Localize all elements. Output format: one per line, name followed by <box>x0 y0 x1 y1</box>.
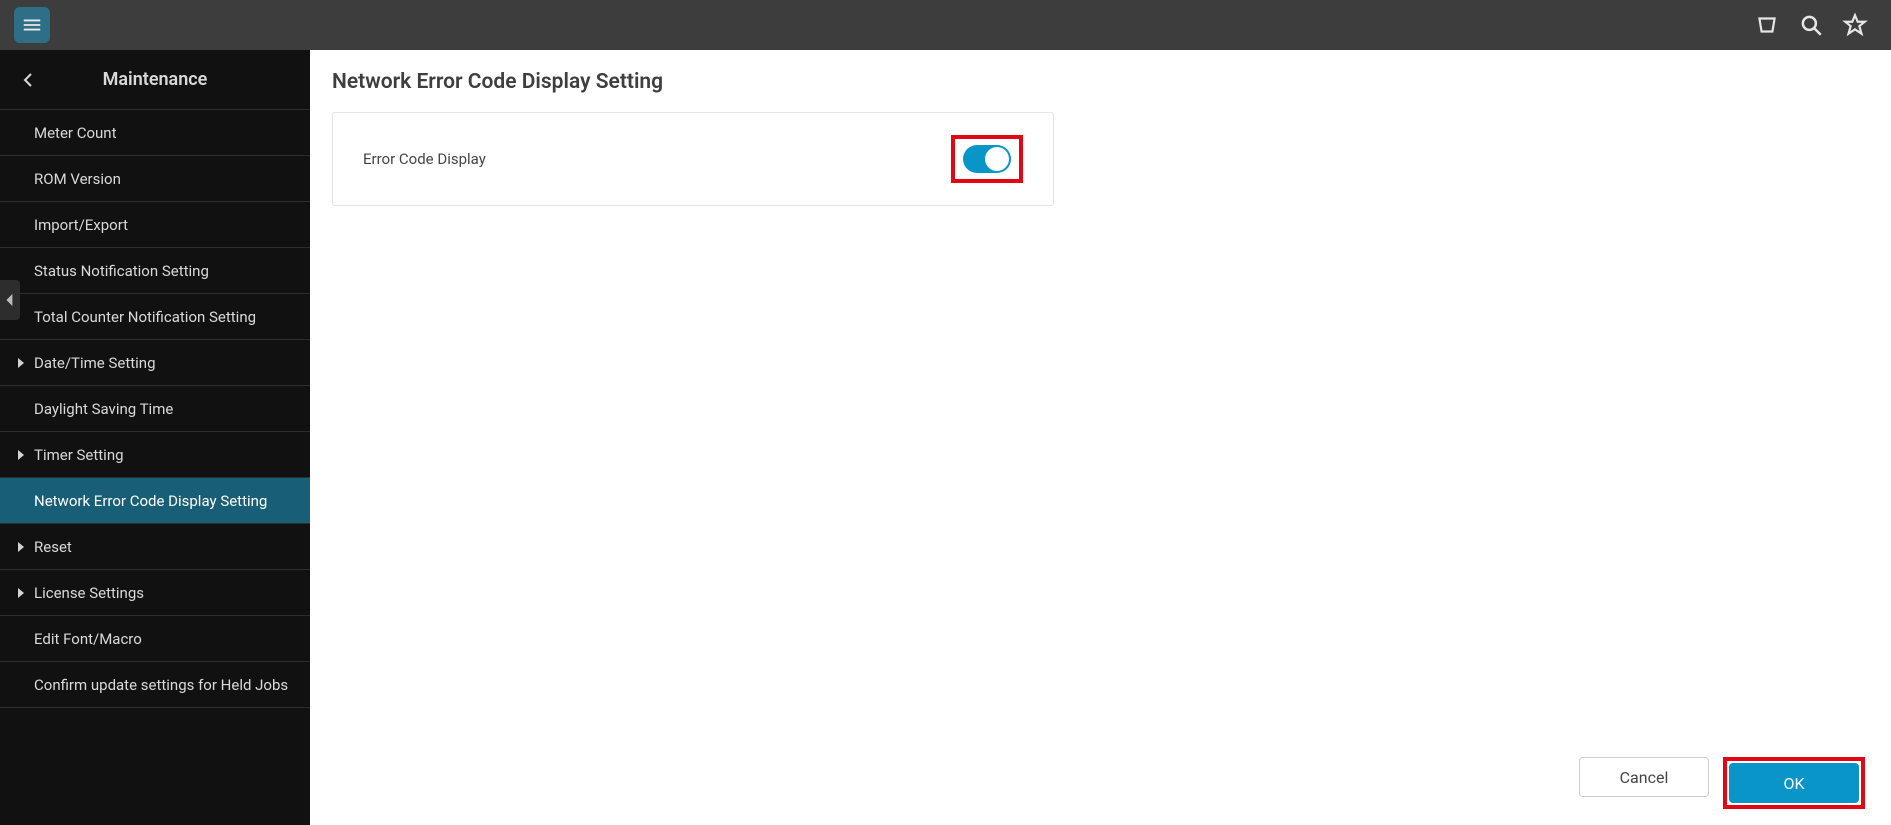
sidebar-header: Maintenance <box>0 50 310 110</box>
top-bar <box>0 0 1891 50</box>
sidebar-item[interactable]: Total Counter Notification Setting <box>0 294 310 340</box>
chevron-left-icon <box>4 294 16 306</box>
page-title: Network Error Code Display Setting <box>332 70 1869 94</box>
toggle-highlight-box <box>951 135 1023 183</box>
sidebar-item[interactable]: Timer Setting <box>0 432 310 478</box>
sidebar-item[interactable]: ROM Version <box>0 156 310 202</box>
sidebar-back-button[interactable] <box>12 64 44 96</box>
sidebar-collapse-tab[interactable] <box>0 280 20 320</box>
chevron-right-icon <box>16 588 26 598</box>
sidebar-item-label: Total Counter Notification Setting <box>34 308 256 326</box>
sidebar: Maintenance Meter Count ROM Version Import… <box>0 50 310 825</box>
chevron-right-icon <box>16 542 26 552</box>
sidebar-item[interactable]: Daylight Saving Time <box>0 386 310 432</box>
sidebar-item-label: Reset <box>34 538 72 556</box>
search-button[interactable] <box>1789 3 1833 47</box>
sidebar-item-label: Import/Export <box>34 216 128 234</box>
sidebar-item[interactable]: Confirm update settings for Held Jobs <box>0 662 310 708</box>
sidebar-item[interactable]: Import/Export <box>0 202 310 248</box>
sidebar-item-label: Daylight Saving Time <box>34 400 173 418</box>
chevron-right-icon <box>16 450 26 460</box>
sidebar-list[interactable]: Meter Count ROM Version Import/Export Statu… <box>0 110 310 825</box>
sidebar-item-label: License Settings <box>34 584 144 602</box>
sidebar-title: Maintenance <box>44 69 298 90</box>
star-icon <box>1842 12 1868 38</box>
ok-highlight-box: OK <box>1723 757 1865 809</box>
ok-button[interactable]: OK <box>1729 763 1859 803</box>
sidebar-item-label: Confirm update settings for Held Jobs <box>34 676 288 694</box>
sidebar-item[interactable]: Status Notification Setting <box>0 248 310 294</box>
display-rotate-button[interactable] <box>1745 3 1789 47</box>
sidebar-item[interactable]: Meter Count <box>0 110 310 156</box>
error-code-display-label: Error Code Display <box>363 150 486 168</box>
sidebar-item-label: Network Error Code Display Setting <box>34 492 267 510</box>
error-code-display-toggle[interactable] <box>963 145 1011 173</box>
sidebar-item[interactable]: Network Error Code Display Setting <box>0 478 310 524</box>
sidebar-item[interactable]: License Settings <box>0 570 310 616</box>
sidebar-item-label: ROM Version <box>34 170 121 188</box>
sidebar-item[interactable]: Reset <box>0 524 310 570</box>
chevron-right-icon <box>16 358 26 368</box>
cancel-button[interactable]: Cancel <box>1579 757 1709 797</box>
error-code-display-row: Error Code Display <box>333 113 1053 205</box>
display-icon <box>1754 12 1780 38</box>
search-icon <box>1798 12 1824 38</box>
sidebar-item-label: Timer Setting <box>34 446 124 464</box>
sidebar-item-label: Meter Count <box>34 124 117 142</box>
sidebar-item-label: Date/Time Setting <box>34 354 156 372</box>
settings-card: Error Code Display <box>332 112 1054 206</box>
sidebar-item[interactable]: Edit Font/Macro <box>0 616 310 662</box>
content-area: Network Error Code Display Setting Error… <box>310 50 1891 825</box>
sidebar-item-label: Edit Font/Macro <box>34 630 142 648</box>
toggle-knob <box>985 147 1009 171</box>
hamburger-icon <box>21 14 43 36</box>
footer-buttons: Cancel OK <box>1579 757 1865 809</box>
chevron-left-icon <box>23 73 33 87</box>
menu-button[interactable] <box>14 7 50 43</box>
sidebar-item[interactable]: Date/Time Setting <box>0 340 310 386</box>
sidebar-item-label: Status Notification Setting <box>34 262 209 280</box>
favorite-button[interactable] <box>1833 3 1877 47</box>
